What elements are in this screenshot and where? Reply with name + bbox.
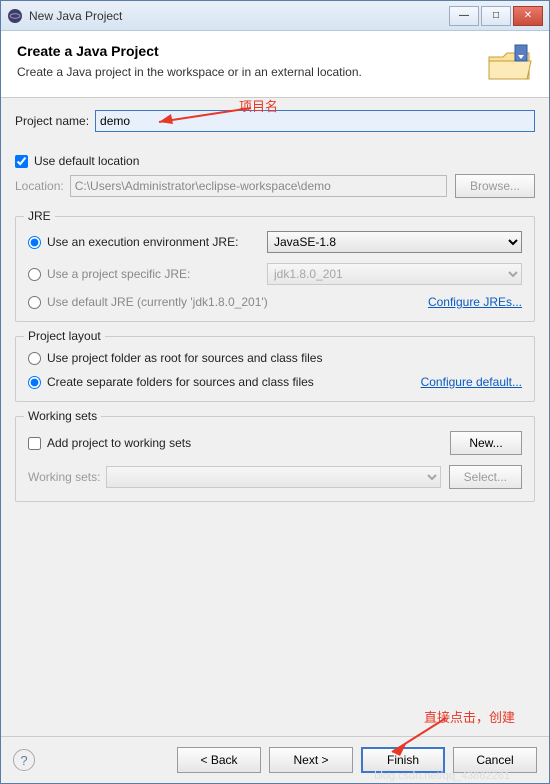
exec-env-row: Use an execution environment JRE: JavaSE… (28, 231, 522, 253)
add-working-sets-checkbox[interactable] (28, 437, 41, 450)
working-sets-select-row: Working sets: Select... (28, 465, 522, 489)
add-working-sets-label: Add project to working sets (47, 436, 450, 450)
minimize-button[interactable]: — (449, 6, 479, 26)
header-subtitle: Create a Java project in the workspace o… (17, 65, 485, 79)
header-title: Create a Java Project (17, 43, 485, 59)
default-jre-radio[interactable] (28, 296, 41, 309)
cancel-button[interactable]: Cancel (453, 747, 537, 773)
use-default-location-label: Use default location (34, 154, 139, 168)
wizard-folder-icon (485, 43, 533, 83)
maximize-button[interactable]: □ (481, 6, 511, 26)
help-button[interactable]: ? (13, 749, 35, 771)
window-buttons: — □ ✕ (449, 6, 543, 26)
project-jre-radio[interactable] (28, 268, 41, 281)
project-layout-group: Project layout Use project folder as roo… (15, 336, 535, 402)
window-title: New Java Project (29, 9, 449, 23)
browse-button: Browse... (455, 174, 535, 198)
add-working-sets-row: Add project to working sets New... (28, 431, 522, 455)
exec-env-label: Use an execution environment JRE: (47, 235, 267, 249)
project-jre-select: jdk1.8.0_201 (267, 263, 522, 285)
working-sets-label: Working sets: (28, 470, 100, 484)
location-row: Location: Browse... (15, 174, 535, 198)
root-folder-label: Use project folder as root for sources a… (47, 351, 322, 365)
titlebar[interactable]: New Java Project — □ ✕ (1, 1, 549, 31)
eclipse-icon (7, 8, 23, 24)
finish-button[interactable]: Finish (361, 747, 445, 773)
jre-group: JRE Use an execution environment JRE: Ja… (15, 216, 535, 322)
project-name-input[interactable] (95, 110, 535, 132)
separate-folders-row: Create separate folders for sources and … (28, 375, 522, 389)
exec-env-radio[interactable] (28, 236, 41, 249)
dialog-footer: ? < Back Next > Finish Cancel (1, 736, 549, 783)
jre-legend: JRE (24, 209, 55, 223)
configure-default-link[interactable]: Configure default... (421, 375, 522, 389)
location-label: Location: (15, 179, 64, 193)
root-folder-row: Use project folder as root for sources a… (28, 351, 522, 365)
exec-env-select[interactable]: JavaSE-1.8 (267, 231, 522, 253)
annotation-finish: 直接点击，创建 (424, 707, 515, 726)
use-default-location-row: Use default location (15, 154, 535, 168)
dialog-content: Project name: Use default location Locat… (1, 98, 549, 736)
project-jre-label: Use a project specific JRE: (47, 267, 267, 281)
working-sets-select (106, 466, 440, 488)
separate-folders-radio[interactable] (28, 376, 41, 389)
root-folder-radio[interactable] (28, 352, 41, 365)
back-button[interactable]: < Back (177, 747, 261, 773)
default-jre-row: Use default JRE (currently 'jdk1.8.0_201… (28, 295, 522, 309)
use-default-location-checkbox[interactable] (15, 155, 28, 168)
dialog-window: New Java Project — □ ✕ Create a Java Pro… (0, 0, 550, 784)
new-working-set-button[interactable]: New... (450, 431, 522, 455)
separate-folders-label: Create separate folders for sources and … (47, 375, 421, 389)
select-working-set-button: Select... (449, 465, 522, 489)
default-jre-label: Use default JRE (currently 'jdk1.8.0_201… (47, 295, 428, 309)
dialog-header: Create a Java Project Create a Java proj… (1, 31, 549, 98)
project-jre-row: Use a project specific JRE: jdk1.8.0_201 (28, 263, 522, 285)
project-name-label: Project name: (15, 114, 89, 128)
next-button[interactable]: Next > (269, 747, 353, 773)
working-sets-group: Working sets Add project to working sets… (15, 416, 535, 502)
working-sets-legend: Working sets (24, 409, 101, 423)
project-layout-legend: Project layout (24, 329, 105, 343)
configure-jres-link[interactable]: Configure JREs... (428, 295, 522, 309)
close-button[interactable]: ✕ (513, 6, 543, 26)
project-name-row: Project name: (15, 110, 535, 132)
location-input (70, 175, 447, 197)
